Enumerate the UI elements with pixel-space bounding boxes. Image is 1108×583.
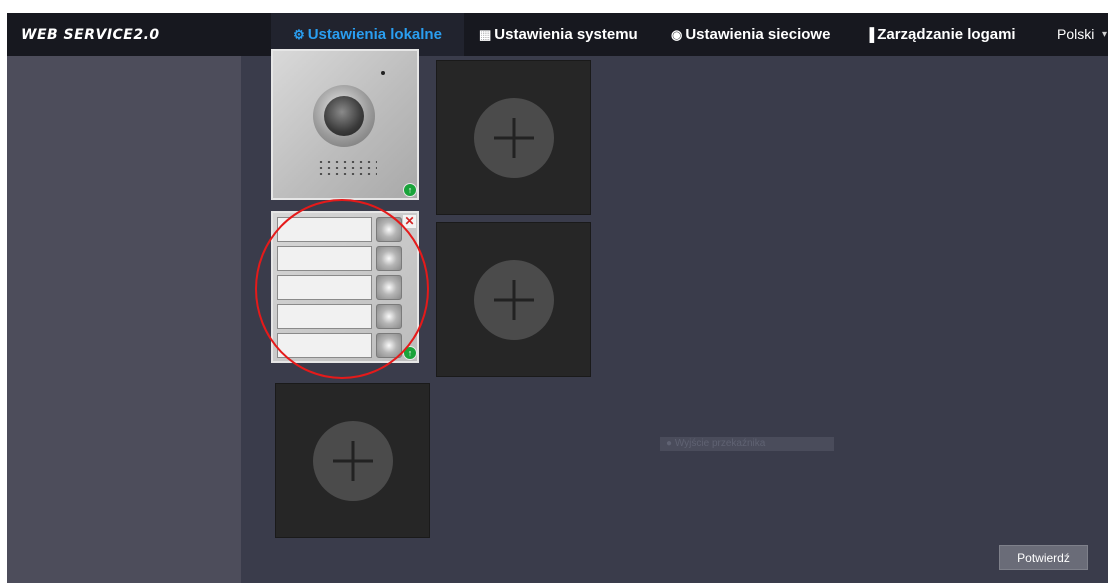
confirm-button[interactable]: Potwierdź bbox=[999, 545, 1088, 570]
chevron-down-icon[interactable]: ▾ bbox=[1102, 13, 1107, 56]
upload-icon[interactable]: ↑ bbox=[403, 183, 417, 197]
top-navbar: WEB SERVICE2.0 ⚙ Ustawienia lokalne ▦ Us… bbox=[7, 13, 1108, 56]
highlight-annotation bbox=[255, 199, 429, 379]
add-icon bbox=[312, 420, 393, 501]
tab-network-settings-label: Ustawienia sieciowe bbox=[685, 26, 831, 43]
add-module-slot[interactable] bbox=[436, 222, 591, 377]
add-module-slot[interactable] bbox=[275, 383, 430, 538]
camera-lens-icon bbox=[313, 85, 375, 147]
language-select[interactable]: Polski bbox=[1057, 13, 1094, 56]
speaker-grill bbox=[317, 159, 377, 177]
tab-system-settings-label: Ustawienia systemu bbox=[494, 26, 638, 43]
tab-system-settings[interactable]: ▦ Ustawienia systemu bbox=[479, 13, 638, 56]
sidebar bbox=[7, 56, 241, 583]
tab-network-settings[interactable]: ◉ Ustawienia sieciowe bbox=[671, 13, 830, 56]
indicator-dot bbox=[381, 71, 385, 75]
log-icon: ▐ bbox=[865, 27, 875, 42]
tab-local-settings-label: Ustawienia lokalne bbox=[307, 26, 442, 43]
radio-icon: ● bbox=[666, 438, 673, 449]
camera-module[interactable]: ↑ bbox=[271, 49, 419, 200]
app-logo: WEB SERVICE2.0 bbox=[21, 27, 160, 43]
tab-log-management[interactable]: ▐ Zarządzanie logami bbox=[865, 13, 1016, 56]
globe-icon: ◉ bbox=[671, 26, 683, 42]
building-icon: ▦ bbox=[479, 26, 492, 42]
add-icon bbox=[473, 259, 554, 340]
relay-output-label: Wyjście przekaźnika bbox=[674, 438, 766, 449]
add-module-slot[interactable] bbox=[436, 60, 591, 215]
relay-output-option[interactable]: ● Wyjście przekaźnika bbox=[660, 437, 834, 451]
tab-log-management-label: Zarządzanie logami bbox=[877, 26, 1016, 43]
gear-icon: ⚙ bbox=[293, 26, 305, 42]
add-icon bbox=[473, 97, 554, 178]
